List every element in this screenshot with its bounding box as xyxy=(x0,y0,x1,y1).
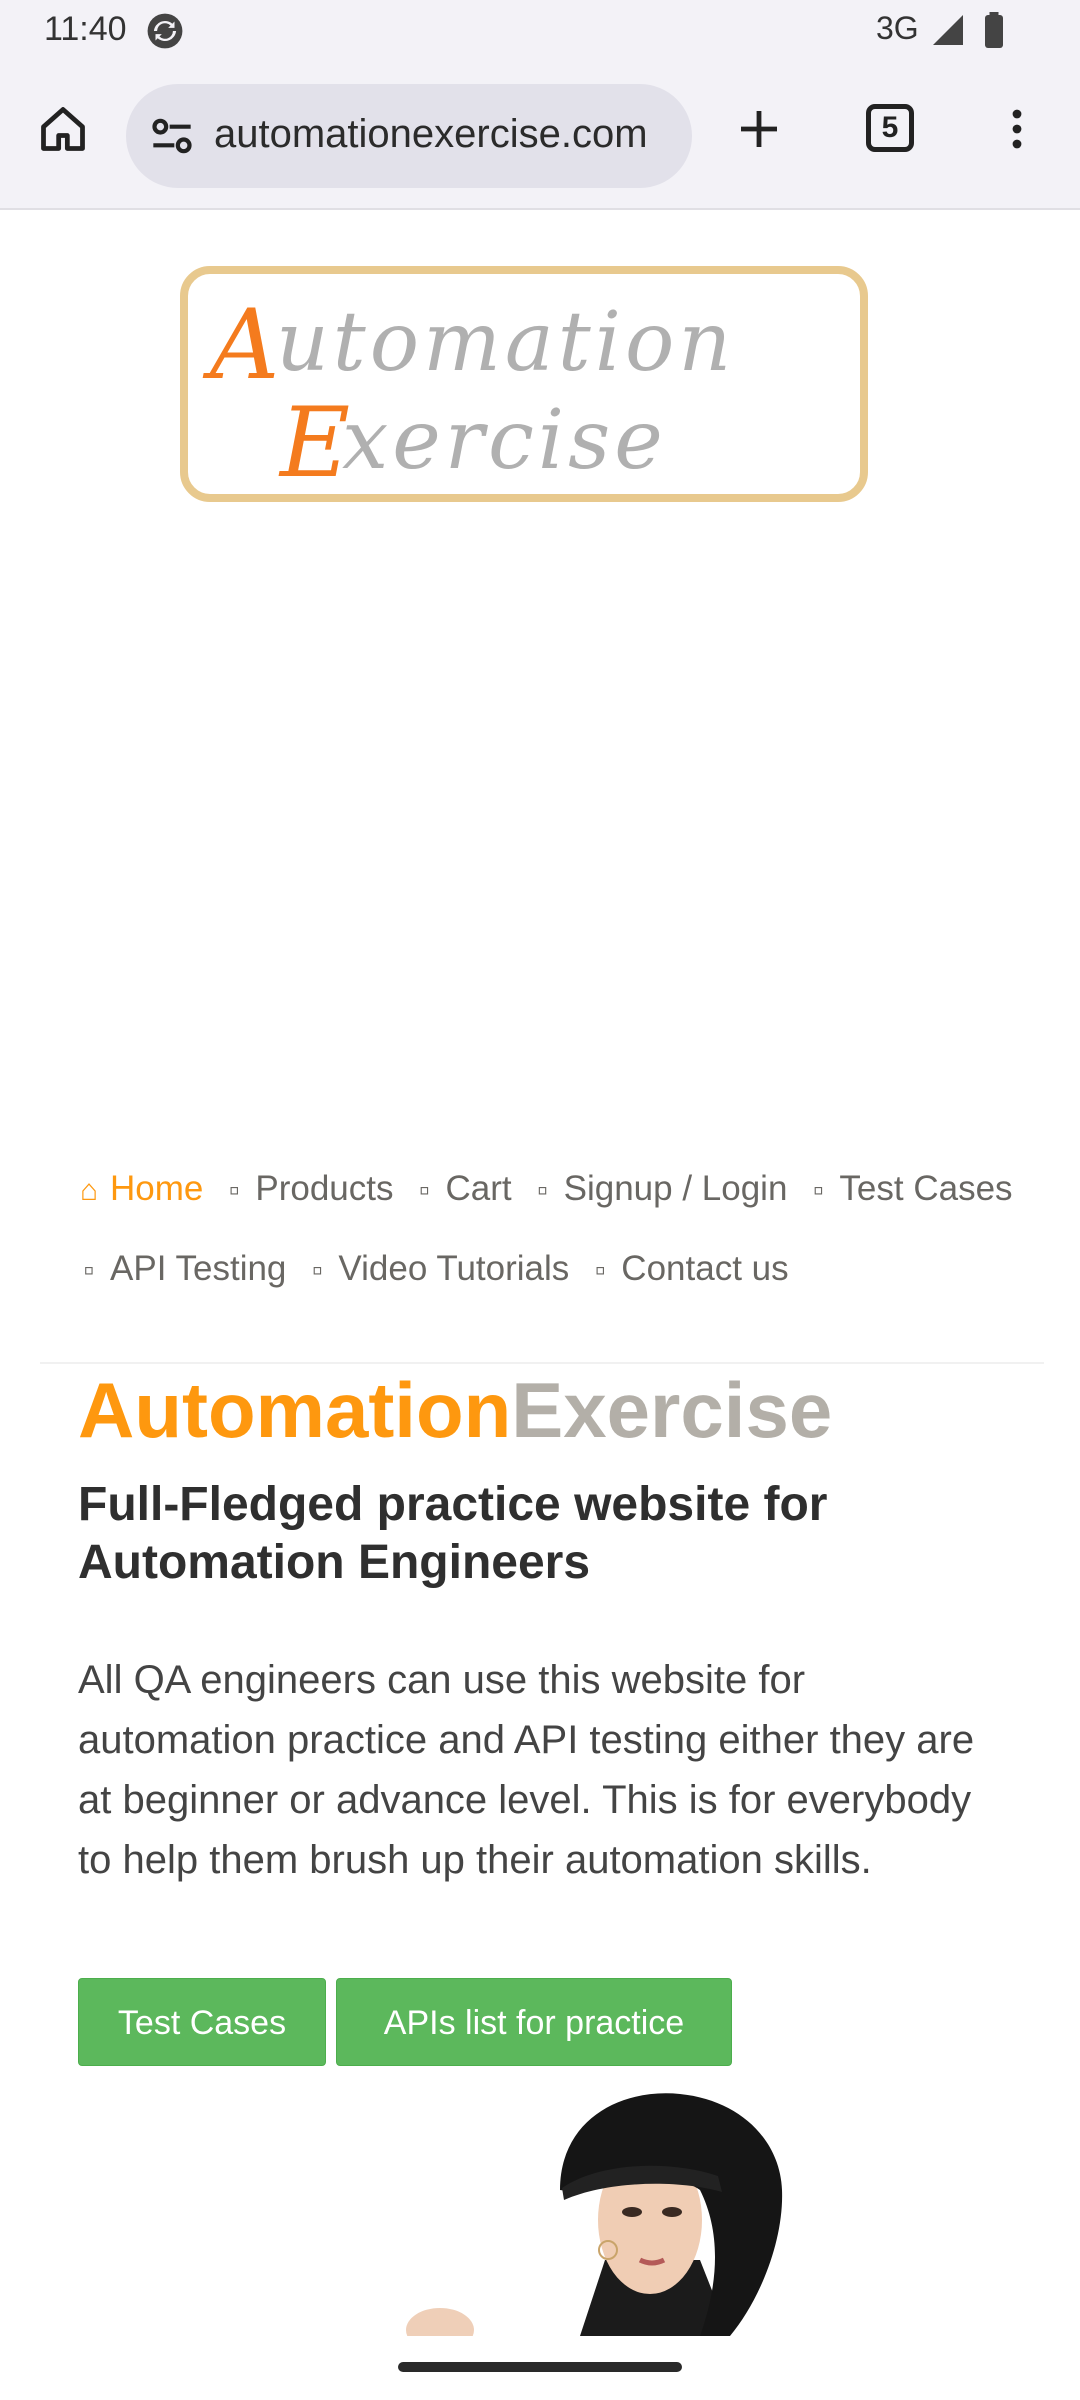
nav-cart[interactable]: ▫ Cart xyxy=(414,1150,512,1230)
logo-letter-a: A xyxy=(202,289,279,401)
nav-label-contact-us: Contact us xyxy=(621,1249,789,1288)
nav-label-api-testing: API Testing xyxy=(110,1249,287,1288)
address-bar[interactable]: automationexercise.com xyxy=(126,84,692,188)
hero-title: AutomationExercise xyxy=(78,1362,832,1458)
nav-label-home: Home xyxy=(110,1169,204,1208)
nav-label-cart: Cart xyxy=(445,1169,512,1208)
nav-api-testing[interactable]: ▫ API Testing xyxy=(78,1230,287,1310)
list-icon: ▫ xyxy=(813,1174,824,1207)
url-text[interactable]: automationexercise.com xyxy=(214,112,684,157)
hero-title-exercise: Exercise xyxy=(511,1366,833,1454)
plus-icon xyxy=(741,111,777,147)
hero-description: All QA engineers can use this website fo… xyxy=(78,1658,975,1882)
cart-icon: ▫ xyxy=(419,1174,430,1207)
signal-icon xyxy=(933,15,963,45)
browser-toolbar: automationexercise.com 5 xyxy=(0,64,1080,210)
nav-label-test-cases: Test Cases xyxy=(839,1169,1013,1208)
products-icon: ▫ xyxy=(229,1174,240,1207)
apis-list-button[interactable]: APIs list for practice xyxy=(336,1978,732,2066)
nav-label-products: Products xyxy=(255,1169,394,1208)
nav-video-tutorials[interactable]: ▫ Video Tutorials xyxy=(306,1230,569,1310)
envelope-icon: ▫ xyxy=(594,1254,606,1287)
hero-title-automation: Automation xyxy=(78,1366,512,1454)
sync-icon xyxy=(147,13,183,49)
nav-test-cases[interactable]: ▫ Test Cases xyxy=(807,1150,1012,1230)
more-menu-button[interactable] xyxy=(982,94,1052,164)
home-button[interactable] xyxy=(28,94,98,164)
logo-letter-e: E xyxy=(278,387,350,499)
nav-products[interactable]: ▫ Products xyxy=(223,1150,393,1230)
nav-home[interactable]: ⌂ Home xyxy=(78,1150,203,1230)
more-vert-icon xyxy=(1012,109,1022,149)
logo-word-xercise: xercise xyxy=(342,393,667,488)
status-bar: 11:40 3G xyxy=(0,0,1080,64)
tab-count: 5 xyxy=(866,104,914,152)
network-type: 3G xyxy=(876,10,919,46)
gesture-bar xyxy=(398,2362,682,2372)
nav-contact-us[interactable]: ▫ Contact us xyxy=(589,1230,789,1310)
ad-space xyxy=(40,530,1040,1100)
site-info-icon[interactable] xyxy=(144,108,200,164)
test-cases-button[interactable]: Test Cases xyxy=(78,1978,326,2066)
main-nav: ⌂ Home ▫ Products ▫ Cart ▫ Signup / Login ▫ Test … xyxy=(78,1150,1038,1310)
logo-word-utomation: utomation xyxy=(276,295,735,390)
status-time: 11:40 xyxy=(44,10,127,48)
tab-switcher-button[interactable]: 5 xyxy=(856,94,926,164)
battery-icon xyxy=(985,12,1003,48)
home-icon: ⌂ xyxy=(79,1174,99,1207)
new-tab-button[interactable] xyxy=(724,94,794,164)
lock-icon: ▫ xyxy=(537,1174,548,1207)
hero-subtitle: Full-Fledged practice website for Automa… xyxy=(78,1478,828,1589)
nav-label-video-tutorials: Video Tutorials xyxy=(338,1249,570,1288)
nav-label-signup-login: Signup / Login xyxy=(563,1169,788,1208)
nav-signup-login[interactable]: ▫ Signup / Login xyxy=(532,1150,788,1230)
api-icon: ▫ xyxy=(83,1254,95,1287)
hero-model-image xyxy=(406,2093,783,2336)
video-icon: ▫ xyxy=(312,1254,323,1287)
home-icon xyxy=(41,107,85,151)
site-logo[interactable]: A utomation E xercise xyxy=(180,266,868,502)
